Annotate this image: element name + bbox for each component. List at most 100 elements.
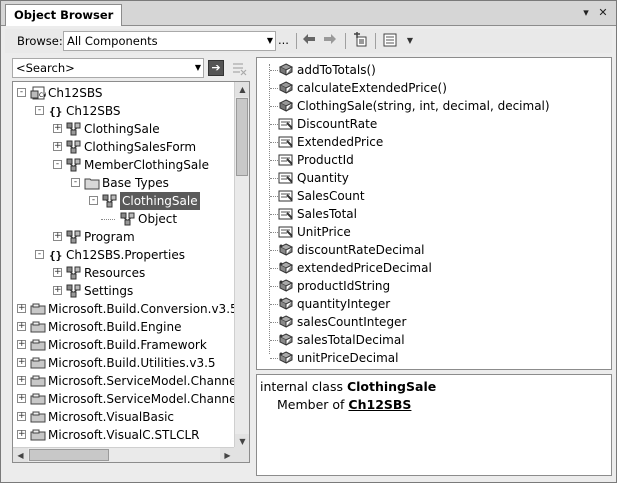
search-dropdown-icon[interactable]: ▼ [195, 59, 201, 77]
tree-item[interactable]: + ClothingSale [13, 120, 235, 138]
search-input[interactable]: <Search> ▼ [12, 58, 204, 78]
scroll-up-icon[interactable]: ▲ [235, 82, 249, 97]
expand-icon[interactable]: + [53, 142, 62, 151]
member-item[interactable]: quantityInteger [257, 295, 611, 313]
expand-icon[interactable]: + [17, 394, 26, 403]
member-item[interactable]: extendedPriceDecimal [257, 259, 611, 277]
collapse-icon[interactable]: - [53, 160, 62, 169]
scroll-left-icon[interactable]: ◀ [13, 448, 28, 462]
tree-item[interactable]: - C#Ch12SBS [13, 84, 235, 102]
member-item[interactable]: ExtendedPrice [257, 133, 611, 151]
expand-icon[interactable]: + [53, 286, 62, 295]
member-item[interactable]: SalesCount [257, 187, 611, 205]
collapse-icon[interactable]: - [35, 106, 44, 115]
tree-horizontal-scrollbar[interactable]: ◀ ▶ [13, 447, 235, 462]
member-item[interactable]: calculateExtendedPrice() [257, 79, 611, 97]
tree-item[interactable]: + Resources [13, 264, 235, 282]
collapse-icon[interactable]: - [17, 88, 26, 97]
member-item[interactable]: SalesTotal [257, 205, 611, 223]
class-icon [66, 230, 82, 244]
tree-item-label: Resources [84, 266, 146, 280]
tree-item[interactable]: + Microsoft.Build.Utilities.v3.5 [13, 354, 235, 372]
member-item[interactable]: UnitPrice [257, 223, 611, 241]
member-item[interactable]: addToTotals() [257, 61, 611, 79]
expand-icon[interactable]: + [17, 412, 26, 421]
close-icon[interactable]: ✕ [595, 5, 611, 21]
tree-item-label: Ch12SBS [48, 86, 103, 100]
assembly-icon [30, 428, 46, 442]
browse-ellipsis-button[interactable]: ... [278, 33, 289, 47]
tree-item[interactable]: + Settings [13, 282, 235, 300]
member-item[interactable]: ClothingSale(string, int, decimal, decim… [257, 97, 611, 115]
expand-icon[interactable]: + [17, 322, 26, 331]
collapse-icon[interactable]: - [71, 178, 80, 187]
objects-tree-pane[interactable]: -C#Ch12SBS-{}Ch12SBS+ClothingSale+Clothi… [12, 81, 250, 463]
tree-item[interactable]: + Program [13, 228, 235, 246]
member-item[interactable]: salesCountInteger [257, 313, 611, 331]
expand-icon[interactable]: + [17, 430, 26, 439]
scroll-thumb[interactable] [29, 449, 109, 461]
tree-item[interactable]: + Microsoft.Build.Engine [13, 318, 235, 336]
collapse-icon[interactable]: - [35, 250, 44, 259]
tree-item[interactable]: + Microsoft.Build.Framework [13, 336, 235, 354]
member-item-label: discountRateDecimal [297, 243, 425, 257]
member-item-label: ClothingSale(string, int, decimal, decim… [297, 99, 550, 113]
member-item[interactable]: DiscountRate [257, 115, 611, 133]
chevron-down-icon[interactable]: ▼ [267, 32, 273, 50]
field-icon [278, 297, 294, 311]
tree-vertical-scrollbar[interactable]: ▲ ▼ [234, 82, 249, 449]
tree-item[interactable]: - Base Types [13, 174, 235, 192]
settings-dropdown-icon[interactable]: ▼ [401, 32, 419, 50]
member-item[interactable]: unitPriceDecimal [257, 349, 611, 367]
member-item[interactable]: Quantity [257, 169, 611, 187]
tree-item[interactable]: + Microsoft.Build.Conversion.v3.5 [13, 300, 238, 318]
member-of-link[interactable]: Ch12SBS [348, 397, 411, 412]
expand-icon[interactable]: + [53, 232, 62, 241]
tree-item[interactable]: - ClothingSale [13, 192, 235, 210]
member-item[interactable]: salesTotalDecimal [257, 331, 611, 349]
collapse-icon[interactable]: - [89, 196, 98, 205]
tree-item[interactable]: -{} Ch12SBS [13, 102, 235, 120]
tree-item[interactable]: + ClothingSalesForm [13, 138, 235, 156]
scroll-right-icon[interactable]: ▶ [220, 448, 235, 462]
tree-guide-line [270, 106, 278, 107]
tree-item[interactable]: - MemberClothingSale [13, 156, 235, 174]
member-item-label: ProductId [297, 153, 354, 167]
expand-icon[interactable]: + [17, 340, 26, 349]
member-item-label: SalesTotal [297, 207, 357, 221]
back-arrow-icon[interactable] [300, 32, 318, 50]
expand-icon[interactable]: + [17, 358, 26, 367]
expand-icon[interactable]: + [53, 124, 62, 133]
tree-item-label: Microsoft.Build.Framework [48, 338, 207, 352]
member-item-label: quantityInteger [297, 297, 391, 311]
tree-item-label: Ch12SBS.Properties [66, 248, 185, 262]
dropdown-pin-icon[interactable]: ▾ [578, 5, 594, 21]
tree-item-label: MemberClothingSale [84, 158, 209, 172]
tree-guide-line [270, 214, 278, 215]
expand-icon[interactable]: + [17, 304, 26, 313]
clear-search-icon[interactable] [231, 60, 247, 76]
add-reference-icon[interactable] [351, 32, 369, 50]
tree-guide-line [270, 232, 278, 233]
tree-item[interactable]: + Microsoft.VisualC.STLCLR [13, 426, 235, 444]
expand-icon[interactable]: + [17, 376, 26, 385]
member-item[interactable]: ProductId [257, 151, 611, 169]
tree-item-label: ClothingSale [120, 192, 200, 210]
browse-scope-select[interactable]: All Components ▼ [63, 31, 276, 51]
scroll-thumb[interactable] [236, 98, 248, 176]
member-item[interactable]: productIdString [257, 277, 611, 295]
tree-item[interactable]: Object [13, 210, 235, 228]
tree-item[interactable]: + Microsoft.ServiceModel.Channels. [13, 390, 249, 408]
settings-icon[interactable] [382, 32, 400, 50]
tree-item[interactable]: + Microsoft.VisualBasic [13, 408, 235, 426]
member-item[interactable]: discountRateDecimal [257, 241, 611, 259]
expand-icon[interactable]: + [53, 268, 62, 277]
tree-guide-line [270, 286, 278, 287]
tree-guide-line [270, 196, 278, 197]
tab-object-browser[interactable]: Object Browser [5, 4, 123, 26]
forward-arrow-icon[interactable] [321, 32, 339, 50]
tree-item[interactable]: -{} Ch12SBS.Properties [13, 246, 235, 264]
search-go-icon[interactable]: ➔ [208, 60, 224, 76]
tree-item[interactable]: + Microsoft.ServiceModel.Channels. [13, 372, 249, 390]
members-pane[interactable]: addToTotals() calculateExtendedPrice() Clo… [256, 57, 612, 370]
